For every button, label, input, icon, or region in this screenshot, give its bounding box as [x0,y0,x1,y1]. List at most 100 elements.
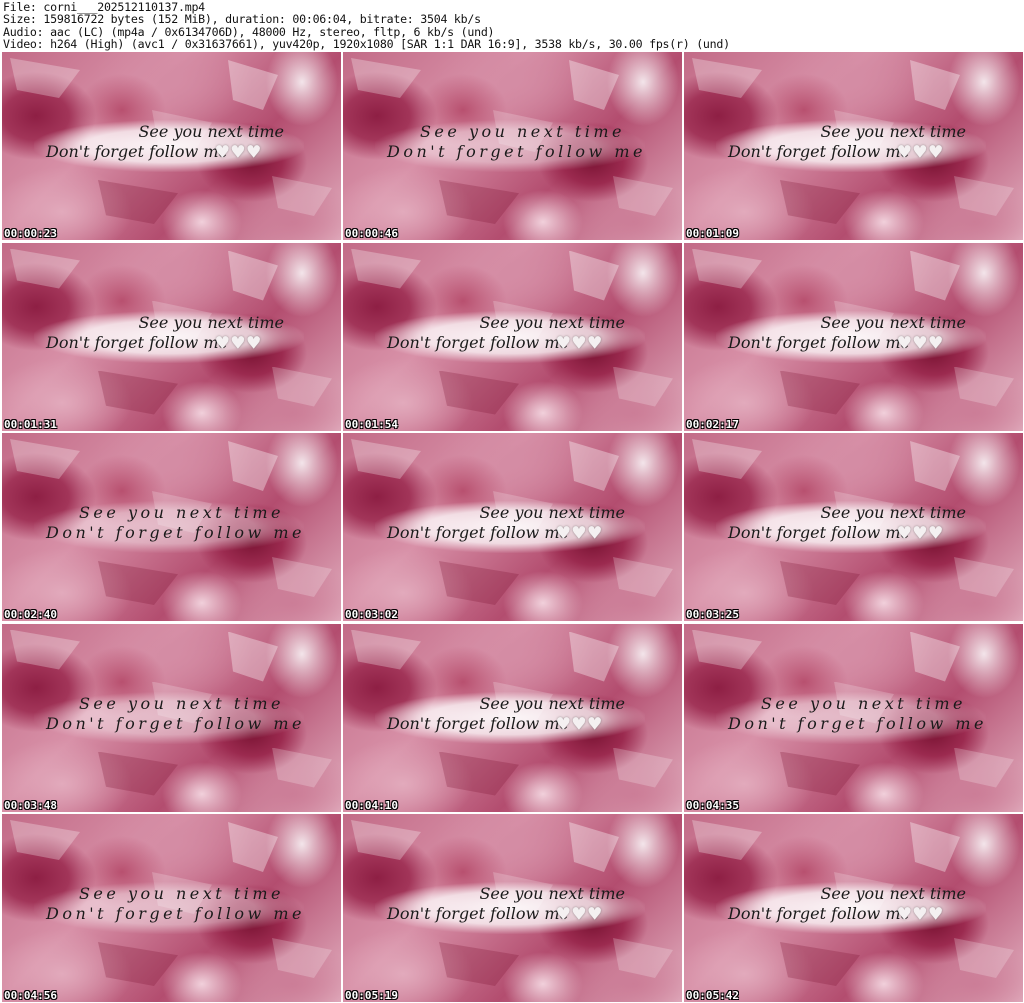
video-thumbnail[interactable]: See you next time Don't forget follow me 0… [2,433,341,621]
caption-line-2: Don't forget follow me [46,523,305,542]
video-thumbnail[interactable]: See you next time Don't forget follow me ♥… [343,242,682,431]
heart-icon: ♥ [898,330,912,355]
caption-line-1: See you next time [820,503,966,522]
video-thumbnail[interactable]: See you next time Don't forget follow me ♥… [343,433,682,621]
heart-icon: ♥ [557,902,571,926]
crystal-facet [780,370,860,415]
crystal-facet [98,561,178,605]
video-thumbnail[interactable]: See you next time Don't forget follow me ♥… [343,814,682,1002]
crystal-facet [910,631,960,682]
heart-icon: ♥ [588,330,602,355]
crystal-facet [613,557,673,597]
video-thumbnail[interactable]: See you next time Don't forget follow me ♥… [684,52,1023,240]
caption-line-1: See you next time [479,503,625,522]
crystal-facet [692,58,762,98]
caption-line-2: Don't forget follow me [46,713,305,733]
crystal-facet [954,176,1014,216]
crystal-facet [228,441,278,491]
crystal-facet [351,439,421,479]
crystal-facet [10,58,80,98]
video-thumbnail[interactable]: See you next time Don't forget follow me ♥… [684,433,1023,621]
video-thumbnail[interactable]: See you next time Don't forget follow me 0… [2,814,341,1002]
crystal-facet [439,751,519,796]
file-size-line: Size: 159816722 bytes (152 MiB), duratio… [3,12,481,27]
hearts-group: ♥♥♥ [557,331,604,355]
crystal-facet [98,751,178,796]
crystal-facet [10,248,80,289]
heart-icon: ♥ [929,330,943,355]
caption-line-1: See you next time [820,122,966,141]
heart-icon: ♥ [913,330,928,355]
crystal-facet [692,439,762,479]
crystal-facet [228,250,278,301]
caption-line-2: Don't forget follow me [728,332,910,352]
heart-icon: ♥ [913,902,928,926]
heart-icon: ♥ [588,902,602,926]
caption-line-1: See you next time [78,503,284,522]
caption-line-1: See you next time [419,122,625,141]
caption-line-2: Don't forget follow me [728,142,910,161]
heart-icon: ♥ [557,330,571,355]
heart-icon: ♥ [898,140,912,164]
heart-icon: ♥ [572,521,587,545]
thumbnail-timestamp: 00:03:48 [4,798,57,812]
crystal-facet [910,250,960,301]
heart-icon: ♥ [929,140,943,164]
video-thumbnail[interactable]: See you next time Don't forget follow me 0… [684,623,1023,812]
hearts-group: ♥♥♥ [557,902,604,926]
crystal-facet [569,441,619,491]
crystal-facet [954,747,1014,788]
thumbnail-timestamp: 00:05:42 [686,989,739,1002]
caption-line-1: See you next time [78,693,284,713]
video-thumbnail[interactable]: See you next time Don't forget follow me ♥… [684,242,1023,431]
thumbnail-timestamp: 00:02:40 [4,608,57,621]
thumbnail-timestamp: 00:01:09 [686,227,739,240]
hearts-group: ♥♥♥ [898,331,945,355]
caption-line-2: Don't forget follow me [46,332,228,352]
crystal-facet [228,631,278,682]
caption-line-1: See you next time [479,884,625,903]
caption-line-1: See you next time [479,312,625,332]
hearts-group: ♥♥♥ [898,902,945,926]
crystal-facet [569,60,619,110]
video-thumbnail[interactable]: See you next time Don't forget follow me ♥… [343,623,682,812]
video-thumbnail[interactable]: See you next time Don't forget follow me ♥… [2,242,341,431]
hearts-group: ♥♥♥ [557,521,604,545]
heart-icon: ♥ [231,330,246,355]
crystal-facet [780,942,860,986]
caption-line-2: Don't forget follow me [46,142,228,161]
crystal-facet [228,60,278,110]
file-info-header: File: corni___202512110137.mp4 Size: 159… [0,0,1024,52]
crystal-facet [439,561,519,605]
video-thumbnail[interactable]: See you next time Don't forget follow me 0… [2,623,341,812]
crystal-facet [954,366,1014,407]
crystal-facet [10,439,80,479]
heart-icon: ♥ [216,140,230,164]
caption-line-2: Don't forget follow me [387,904,569,923]
crystal-facet [228,822,278,872]
crystal-facet [272,366,332,407]
crystal-facet [272,747,332,788]
caption-line-1: See you next time [78,884,284,903]
crystal-facet [613,938,673,978]
caption-line-1: See you next time [820,312,966,332]
thumbnail-timestamp: 00:00:23 [4,227,57,240]
video-thumbnail[interactable]: See you next time Don't forget follow me ♥… [2,52,341,240]
video-thumbnail[interactable]: See you next time Don't forget follow me 0… [343,52,682,240]
caption-line-1: See you next time [760,693,966,713]
crystal-facet [98,942,178,986]
heart-icon: ♥ [247,140,261,164]
caption-line-2: Don't forget follow me [46,904,305,923]
caption-line-1: See you next time [479,693,625,713]
hearts-group: ♥♥♥ [898,521,945,545]
video-thumbnail[interactable]: See you next time Don't forget follow me ♥… [684,814,1023,1002]
crystal-facet [351,820,421,860]
caption-line-1: See you next time [820,884,966,903]
heart-icon: ♥ [247,330,261,355]
crystal-facet [780,751,860,796]
crystal-facet [439,942,519,986]
heart-icon: ♥ [913,140,928,164]
heart-icon: ♥ [572,902,587,926]
crystal-facet [439,370,519,415]
crystal-facet [272,176,332,216]
